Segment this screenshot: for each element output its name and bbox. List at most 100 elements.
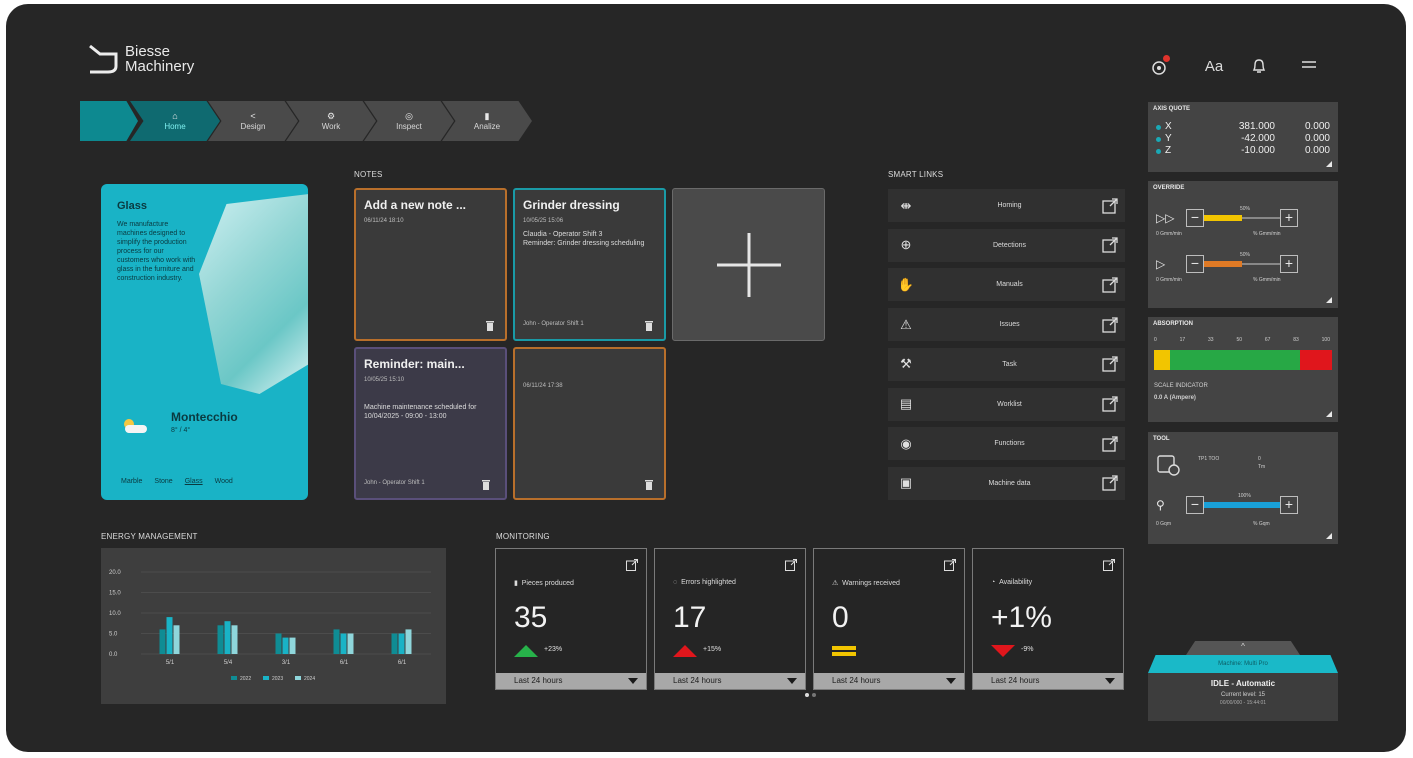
smart-link-worklist[interactable]: ▤ Worklist [888, 387, 1125, 421]
weather-city: Montecchio [171, 410, 238, 424]
nav-inspect[interactable]: ◎ Inspect [364, 101, 454, 141]
kpi-card[interactable]: ◔ Availability +1% -9% Last 24 hours [972, 548, 1124, 690]
warning-icon: ⚠ [900, 316, 912, 332]
external-link-icon[interactable] [1095, 388, 1125, 421]
menu-icon[interactable] [1296, 58, 1322, 78]
nav-home[interactable]: ⌂ Home [130, 101, 220, 141]
x-tick-label: 5/4 [224, 660, 233, 666]
absorption-panel: ABSORPTION 0 17 33 50 67 83 100 SCALE INDICATO… [1148, 317, 1338, 422]
smart-link-issues[interactable]: ⚠ Issues [888, 308, 1125, 342]
external-link-icon[interactable] [1095, 308, 1125, 341]
industry-tab-marble[interactable]: Marble [121, 478, 142, 485]
override-slider[interactable]: 50% [1204, 252, 1280, 273]
nav-analize[interactable]: ▮ Analize [442, 101, 532, 141]
smart-link-label: Manuals [996, 281, 1023, 289]
brand-line2: Machinery [125, 58, 195, 75]
note-author: John - Operator Shift 1 [364, 480, 425, 486]
nav-design[interactable]: < Design [208, 101, 298, 141]
chevron-down-icon [628, 678, 638, 684]
energy-bar-chart: 20.0 15.0 10.0 5.0 0.0 5/1 5/4 3/1 6/1 6/1 2022 202… [109, 570, 431, 682]
smart-link-detections[interactable]: ⊕ Detections [888, 228, 1125, 262]
expand-corner-icon[interactable] [1326, 297, 1332, 303]
period-select[interactable]: Last 24 hours [655, 673, 805, 689]
energy-bar-2024 [347, 633, 354, 654]
nav-work[interactable]: ⚙ Work [286, 101, 376, 141]
decrease-button[interactable]: − [1186, 255, 1204, 273]
external-link-icon[interactable] [1095, 268, 1125, 301]
note-card[interactable]: Grinder dressing 10/05/25 15:06 Claudia … [513, 188, 666, 341]
chevron-up-icon[interactable]: ^ [1186, 641, 1300, 655]
override-min-label: 0 Gmm/min [1156, 277, 1182, 283]
kpi-card[interactable]: ⚠ Warnings received 0 Last 24 hours [813, 548, 965, 690]
period-select[interactable]: Last 24 hours [496, 673, 646, 689]
energy-title: ENERGY MANAGEMENT [101, 532, 198, 541]
kpi-card[interactable]: ▮ Pieces produced 35 +23% Last 24 hours [495, 548, 647, 690]
smart-link-manuals[interactable]: ✋ Manuals [888, 268, 1125, 302]
tool-slider[interactable]: 100% [1204, 493, 1280, 514]
tool-settings-icon [1157, 455, 1180, 476]
note-card[interactable]: Reminder: main... 10/05/25 15:10 Machine… [354, 347, 507, 500]
external-link-icon[interactable] [1095, 348, 1125, 381]
kpi-card[interactable]: ◌ Errors highlighted 17 +15% Last 24 hours [654, 548, 806, 690]
increase-button[interactable]: + [1280, 255, 1298, 273]
external-link-icon[interactable] [1103, 559, 1115, 571]
add-note-button[interactable] [672, 188, 825, 341]
increase-button[interactable]: + [1280, 496, 1298, 514]
external-link-icon[interactable] [1095, 189, 1125, 222]
industry-tab-wood[interactable]: Wood [215, 478, 233, 485]
nav-analize-label: Analize [473, 121, 501, 131]
legend-swatch [295, 676, 301, 680]
kpi-label: ⚠ Warnings received [832, 580, 900, 587]
energy-chart-panel: 20.0 15.0 10.0 5.0 0.0 5/1 5/4 3/1 6/1 6/1 2022 202… [101, 548, 446, 704]
decrease-button[interactable]: − [1186, 496, 1204, 514]
decrease-button[interactable]: − [1186, 209, 1204, 227]
trash-icon[interactable] [644, 478, 654, 490]
external-link-icon[interactable] [785, 559, 797, 571]
error-icon: ◌ [673, 579, 678, 586]
external-link-icon[interactable] [944, 559, 956, 571]
external-link-icon[interactable] [1095, 427, 1125, 460]
kpi-value: 35 [514, 601, 548, 634]
external-link-icon[interactable] [626, 559, 638, 571]
machine-name: Machine: Multi Pro [1218, 661, 1268, 667]
trash-icon[interactable] [485, 319, 495, 331]
language-icon[interactable]: Aa [1201, 58, 1227, 78]
override-slider[interactable]: 50% [1204, 206, 1280, 227]
bell-icon[interactable] [1246, 58, 1272, 78]
industry-tab-glass[interactable]: Glass [185, 478, 203, 485]
external-link-icon[interactable] [1095, 229, 1125, 262]
industry-card[interactable]: Glass We manufacture machines designed t… [101, 184, 308, 500]
period-select[interactable]: Last 24 hours [814, 673, 964, 689]
machine-timestamp: 00/00/000 - 15:44:01 [1219, 700, 1267, 706]
network-alert-icon[interactable] [1146, 55, 1172, 78]
smart-link-machine-data[interactable]: ▣ Machine data [888, 466, 1125, 500]
smart-link-functions[interactable]: ◉ Functions [888, 427, 1125, 461]
energy-bar-2023 [166, 617, 173, 654]
nav-start-segment[interactable] [80, 101, 138, 141]
smart-link-homing[interactable]: ⇼ Homing [888, 189, 1125, 222]
period-select[interactable]: Last 24 hours [973, 673, 1123, 689]
expand-corner-icon[interactable] [1326, 411, 1332, 417]
kpi-label: ▮ Pieces produced [514, 580, 574, 587]
expand-corner-icon[interactable] [1326, 161, 1332, 167]
note-card[interactable]: Add a new note ... 06/11/24 18:10 [354, 188, 507, 341]
list-icon: ▤ [899, 396, 913, 411]
trash-icon[interactable] [481, 478, 491, 490]
trash-icon[interactable] [644, 319, 654, 331]
expand-corner-icon[interactable] [1326, 533, 1332, 539]
increase-button[interactable]: + [1280, 209, 1298, 227]
kpi-label: ◌ Errors highlighted [673, 579, 736, 586]
trend-equal-icon [832, 646, 856, 656]
industry-tab-stone[interactable]: Stone [154, 478, 172, 485]
y-tick-label: 15.0 [109, 591, 121, 597]
status-band: Machine: Multi Pro [1148, 655, 1338, 673]
machine-status-widget[interactable]: ^ Machine: Multi Pro IDLE - Automatic Cu… [1148, 641, 1338, 721]
tool-title: TOOL [1153, 436, 1170, 442]
pagination-dots[interactable] [805, 693, 817, 697]
share-icon: < [250, 110, 256, 121]
x-tick-label: 3/1 [282, 660, 291, 666]
brand-line1: Biesse [125, 43, 171, 60]
external-link-icon[interactable] [1095, 467, 1125, 500]
smart-link-task[interactable]: ⚒ Task [888, 347, 1125, 381]
note-card[interactable]: 06/11/24 17:38 [513, 347, 666, 500]
